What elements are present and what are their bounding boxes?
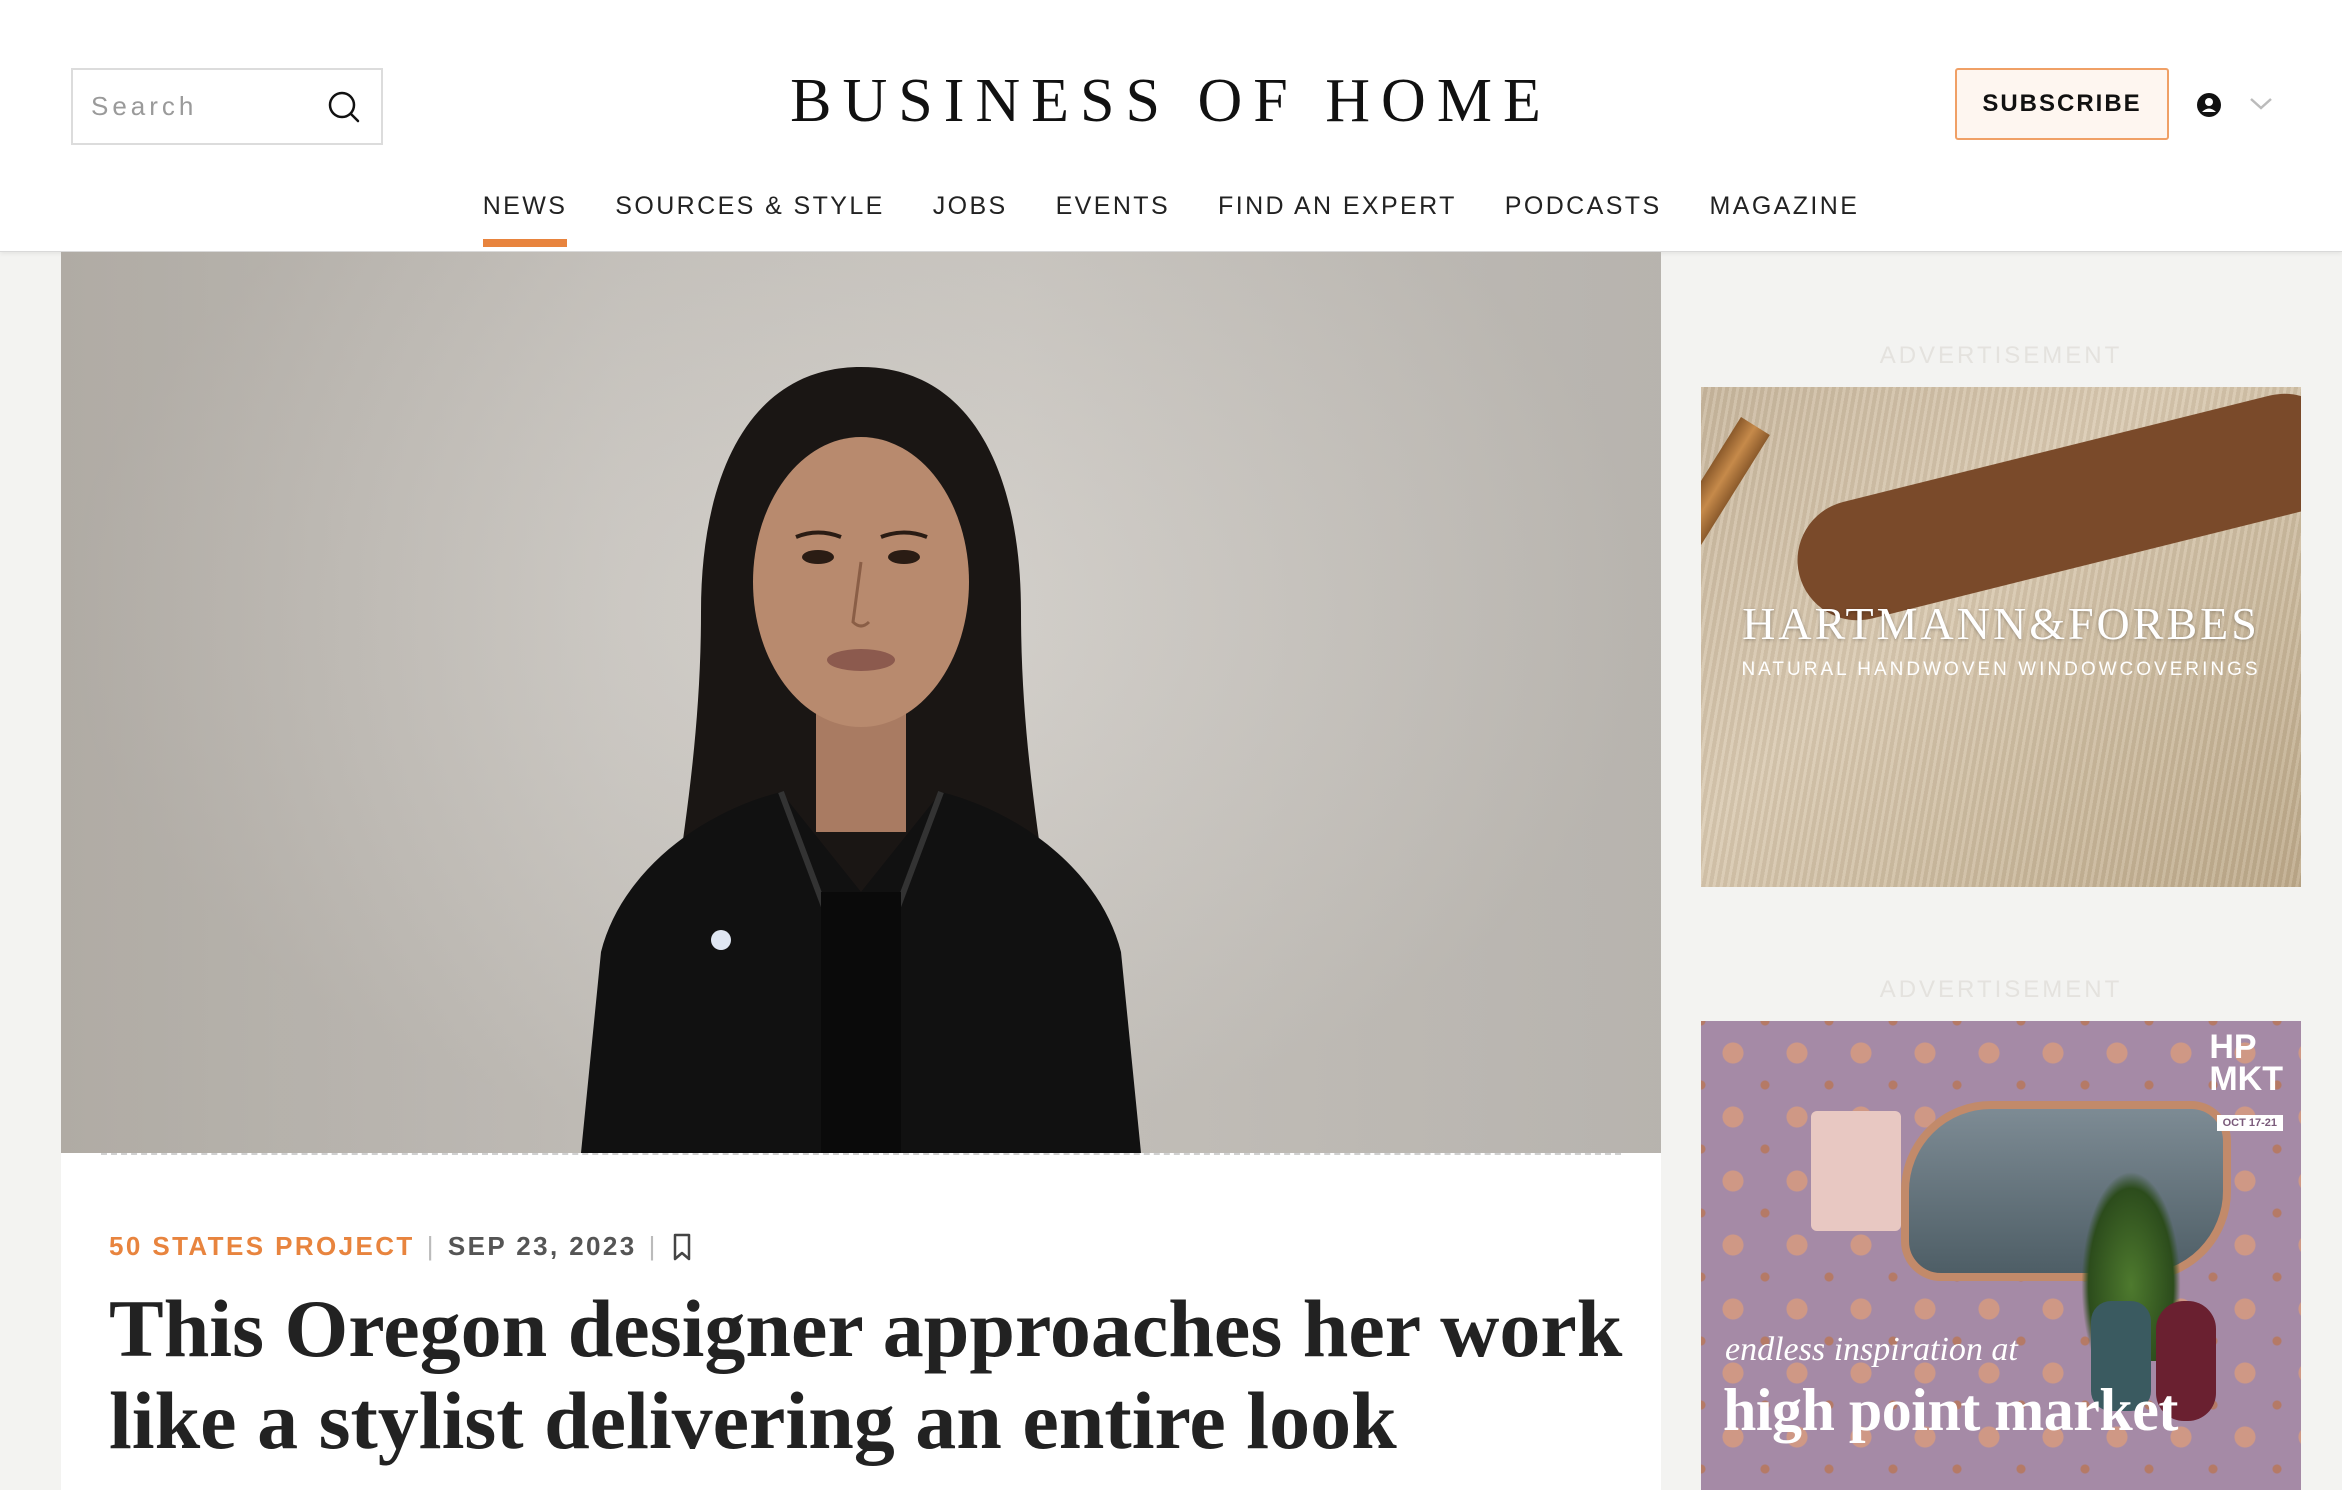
ad-mirror-shape	[1901, 1101, 2231, 1281]
article-headline[interactable]: This Oregon designer approaches her work…	[109, 1283, 1629, 1467]
ad-brand-text: HARTMANN&FORBES	[1742, 598, 2260, 649]
nav-jobs[interactable]: JOBS	[933, 186, 1008, 241]
article-date: SEP 23, 2023	[447, 1231, 637, 1261]
account-icon[interactable]	[2196, 92, 2222, 118]
bookmark-icon[interactable]	[670, 1232, 694, 1262]
nav-find-an-expert[interactable]: FIND AN EXPERT	[1218, 186, 1457, 241]
ad-tagline: NATURAL HANDWOVEN WINDOWCOVERINGS	[1741, 659, 2261, 680]
article-category[interactable]: 50 STATES PROJECT	[109, 1231, 415, 1262]
ad-lamp-shape	[1811, 1111, 1901, 1231]
article-card: 50 STATES PROJECT | SEP 23, 2023 | This …	[61, 1153, 1661, 1490]
ad-label: ADVERTISEMENT	[1879, 976, 2123, 1003]
nav-events[interactable]: EVENTS	[1056, 186, 1170, 241]
nav-podcasts[interactable]: PODCASTS	[1505, 186, 1662, 241]
portrait-illustration	[581, 367, 1141, 1153]
main-nav: NEWS SOURCES & STYLE JOBS EVENTS FIND AN…	[0, 186, 2342, 247]
site-header: BUSINESS OF HOME SUBSCRIBE NEWS SOURCES …	[0, 0, 2342, 252]
chevron-down-icon[interactable]	[2248, 94, 2274, 112]
article-meta: 50 STATES PROJECT | SEP 23, 2023 |	[109, 1231, 694, 1262]
nav-sources-style[interactable]: SOURCES & STYLE	[615, 186, 884, 241]
nav-magazine[interactable]: MAGAZINE	[1710, 186, 1860, 241]
meta-separator: |	[648, 1231, 658, 1261]
subscribe-button[interactable]: SUBSCRIBE	[1955, 68, 2169, 140]
ad-high-point-market[interactable]: HP MKT OCT 17-21 endless inspiration at h…	[1701, 1021, 2301, 1490]
meta-separator: |	[426, 1231, 436, 1261]
ad-hartmann-forbes[interactable]: HARTMANN&FORBES NATURAL HANDWOVEN WINDOW…	[1701, 387, 2301, 887]
ad-hpmkt-logo: HP MKT	[2209, 1028, 2283, 1098]
ad-line-2: high point market	[1723, 1377, 2178, 1443]
divider	[101, 1153, 1621, 1155]
ad-line-1: endless inspiration at	[1725, 1331, 2018, 1368]
ad-label: ADVERTISEMENT	[1879, 342, 2123, 369]
ad-dates: OCT 17-21	[2216, 1115, 2283, 1131]
hero-image	[61, 252, 1661, 1153]
nav-news[interactable]: NEWS	[482, 186, 568, 247]
